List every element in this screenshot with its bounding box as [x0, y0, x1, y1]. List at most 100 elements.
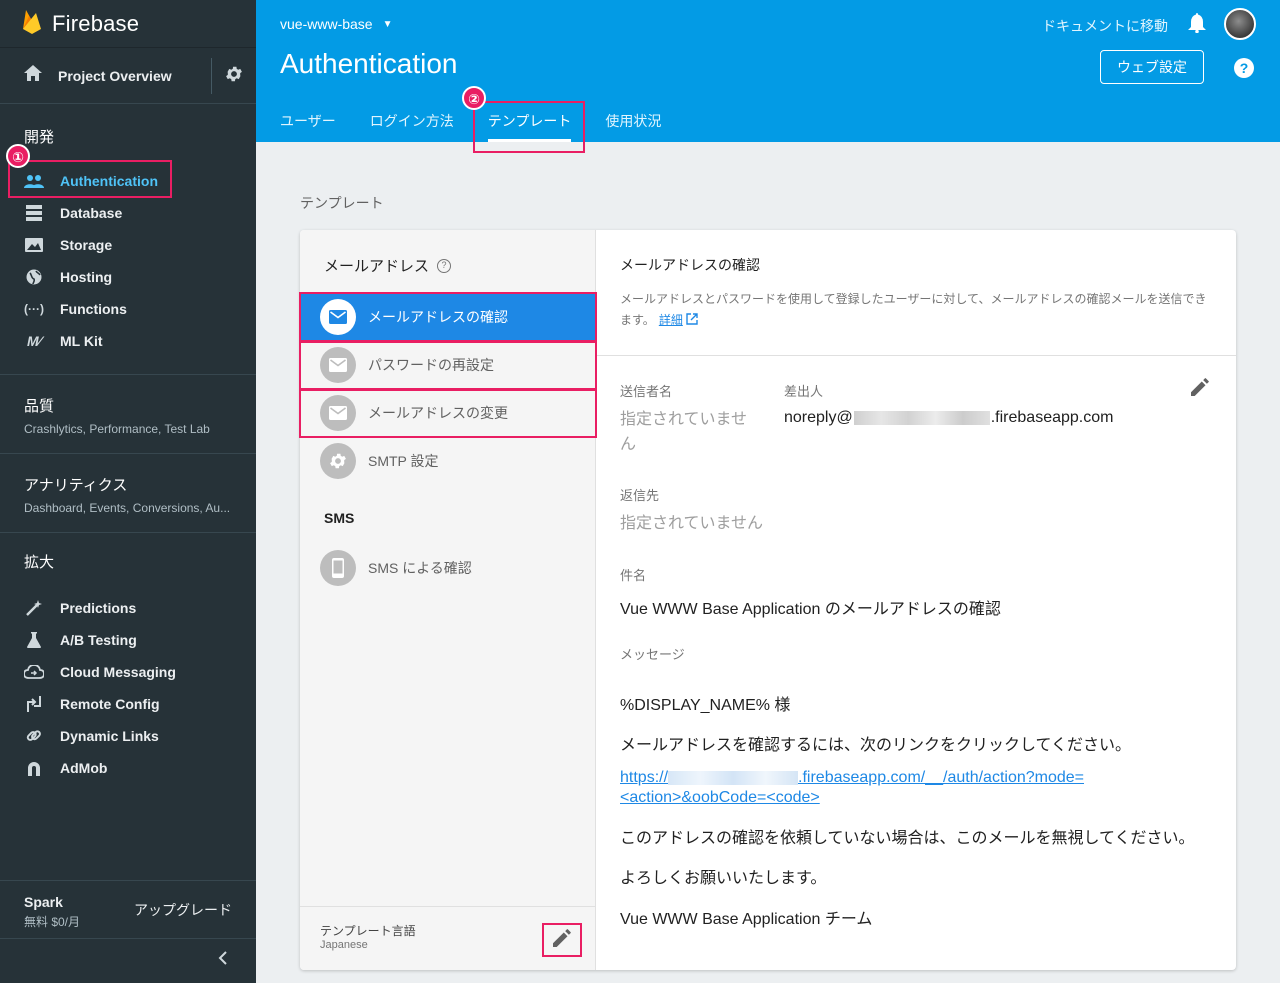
sidebar-item-remote-config[interactable]: Remote Config	[0, 688, 256, 720]
remote-config-icon	[24, 694, 44, 714]
brand-name: Firebase	[52, 10, 140, 36]
sidebar-item-storage[interactable]: Storage	[0, 229, 256, 261]
template-item-label: メールアドレスの変更	[368, 405, 508, 421]
upgrade-button[interactable]: アップグレード	[134, 900, 232, 920]
project-overview-label: Project Overview	[58, 67, 172, 84]
template-list: メールアドレス ? メールアドレスの確認 パスワードの再設定 メールアドレスの変…	[300, 230, 596, 970]
sidebar-item-hosting[interactable]: Hosting	[0, 261, 256, 293]
flask-icon	[24, 630, 44, 650]
verification-link[interactable]: https://.firebaseapp.com/__/auth/action?…	[620, 768, 1120, 808]
external-link-icon[interactable]	[686, 313, 698, 327]
help-icon[interactable]: ?	[1234, 58, 1254, 78]
sidebar-item-dynamic-links[interactable]: Dynamic Links	[0, 720, 256, 752]
home-icon	[24, 65, 42, 86]
message-line: よろしくお願いいたします。	[620, 870, 827, 887]
sidebar-item-label: A/B Testing	[60, 632, 137, 648]
annotation-badge-1: ①	[6, 144, 30, 168]
from-suffix: .firebaseapp.com	[990, 409, 1114, 426]
message-line: Vue WWW Base Application チーム	[620, 911, 873, 928]
help-circle-icon[interactable]: ?	[437, 258, 452, 273]
plan-panel: Spark 無料 $0/月 アップグレード	[0, 880, 256, 938]
template-language-value: Japanese	[320, 939, 368, 951]
chevron-left-icon	[218, 951, 228, 970]
section-analytics[interactable]: アナリティクス Dashboard, Events, Conversions, …	[0, 454, 256, 533]
reply-to-label: 返信先	[620, 488, 660, 503]
section-label: テンプレート	[300, 195, 384, 211]
sidebar-item-ml-kit[interactable]: M⁄ ML Kit	[0, 325, 256, 357]
section-develop: 開発 Authentication Database Storage Hosti…	[0, 104, 256, 375]
avatar[interactable]	[1224, 8, 1256, 40]
template-item-sms-verification[interactable]: SMS による確認	[300, 544, 596, 592]
section-subtitle: Dashboard, Events, Conversions, Au...	[24, 501, 231, 515]
template-language: テンプレート言語 Japanese	[300, 906, 596, 970]
docs-link[interactable]: ドキュメントに移動	[1042, 16, 1168, 36]
sidebar-item-label: Dynamic Links	[60, 728, 159, 744]
link-icon	[24, 726, 44, 746]
template-item-password-reset[interactable]: パスワードの再設定	[300, 341, 596, 389]
plan-price: 無料 $0/月	[24, 915, 81, 929]
from-value: noreply@ .firebaseapp.com	[784, 409, 1113, 427]
sidebar-item-database[interactable]: Database	[0, 197, 256, 229]
from-prefix: noreply@	[784, 409, 853, 426]
gear-icon	[320, 443, 356, 479]
template-detail: メールアドレスの確認 メールアドレスとパスワードを使用して登録したユーザーに対し…	[597, 230, 1236, 970]
message-label: メッセージ	[620, 647, 685, 662]
reply-to-value: 指定されていません	[620, 515, 764, 532]
section-grow: 拡大 Predictions A/B Testing Cloud Messagi…	[0, 533, 256, 784]
tab-usage[interactable]: 使用状況	[605, 104, 661, 142]
sidebar-item-functions[interactable]: (···) Functions	[0, 293, 256, 325]
templates-card: メールアドレス ? メールアドレスの確認 パスワードの再設定 メールアドレスの変…	[300, 230, 1236, 970]
template-item-email-change[interactable]: メールアドレスの変更	[300, 389, 596, 437]
section-quality[interactable]: 品質 Crashlytics, Performance, Test Lab	[0, 375, 256, 454]
sidebar-item-predictions[interactable]: Predictions	[0, 592, 256, 624]
sidebar-item-admob[interactable]: AdMob	[0, 752, 256, 784]
sidebar-item-label: Database	[60, 205, 123, 221]
redacted-project-id	[668, 770, 799, 785]
message-line: %DISPLAY_NAME% 様	[620, 697, 791, 714]
divider	[597, 355, 1236, 356]
bell-icon[interactable]	[1188, 13, 1206, 38]
template-item-verify-email[interactable]: メールアドレスの確認	[300, 293, 596, 341]
detail-title: メールアドレスの確認	[620, 257, 760, 273]
tab-sign-in-method[interactable]: ログイン方法	[370, 104, 454, 142]
collapse-sidebar-button[interactable]	[0, 938, 256, 983]
email-heading-label: メールアドレス	[324, 258, 430, 275]
template-item-label: メールアドレスの確認	[368, 309, 508, 325]
project-selector[interactable]: vue-www-base ▼	[280, 16, 393, 32]
brand[interactable]: Firebase	[0, 0, 256, 48]
wand-icon	[24, 598, 44, 618]
page-title: Authentication	[280, 48, 458, 79]
sidebar: Firebase Project Overview 開発 Authenticat…	[0, 0, 256, 983]
message-line: このアドレスの確認を依頼していない場合は、このメールを無視してください。	[620, 830, 1195, 847]
tab-templates[interactable]: テンプレート	[487, 104, 571, 142]
sidebar-item-authentication[interactable]: Authentication	[0, 165, 256, 197]
tab-users[interactable]: ユーザー	[280, 104, 336, 142]
project-overview[interactable]: Project Overview	[0, 48, 256, 104]
edit-language-button[interactable]	[542, 923, 582, 957]
header: vue-www-base ▼ ドキュメントに移動 Authentication …	[256, 0, 1280, 142]
detail-description: メールアドレスとパスワードを使用して登録したユーザーに対して、メールアドレスの確…	[620, 289, 1212, 331]
admob-icon	[24, 758, 44, 778]
subject-label: 件名	[620, 568, 647, 583]
firebase-logo-icon	[22, 7, 42, 40]
ml-icon: M⁄	[27, 333, 41, 349]
sidebar-item-label: Authentication	[60, 173, 158, 189]
sidebar-item-ab-testing[interactable]: A/B Testing	[0, 624, 256, 656]
edit-template-pencil-icon[interactable]	[1191, 378, 1209, 401]
sidebar-item-label: Storage	[60, 237, 113, 253]
email-heading: メールアドレス ?	[324, 255, 452, 276]
template-language-label: テンプレート言語	[320, 924, 416, 938]
settings-gear-icon[interactable]	[224, 64, 244, 89]
globe-icon	[24, 267, 44, 287]
functions-icon: (···)	[24, 302, 44, 316]
sender-name-label: 送信者名	[620, 384, 673, 399]
sidebar-item-label: Hosting	[60, 269, 113, 285]
template-item-smtp-settings[interactable]: SMTP 設定	[300, 437, 596, 485]
redacted-project-id	[853, 410, 990, 425]
link-prefix: https://	[620, 769, 669, 786]
sidebar-item-cloud-messaging[interactable]: Cloud Messaging	[0, 656, 256, 688]
cloud-icon	[24, 662, 44, 682]
section-title: 開発	[24, 129, 55, 146]
web-setup-button[interactable]: ウェブ設定	[1100, 50, 1204, 84]
details-link[interactable]: 詳細	[659, 313, 683, 327]
